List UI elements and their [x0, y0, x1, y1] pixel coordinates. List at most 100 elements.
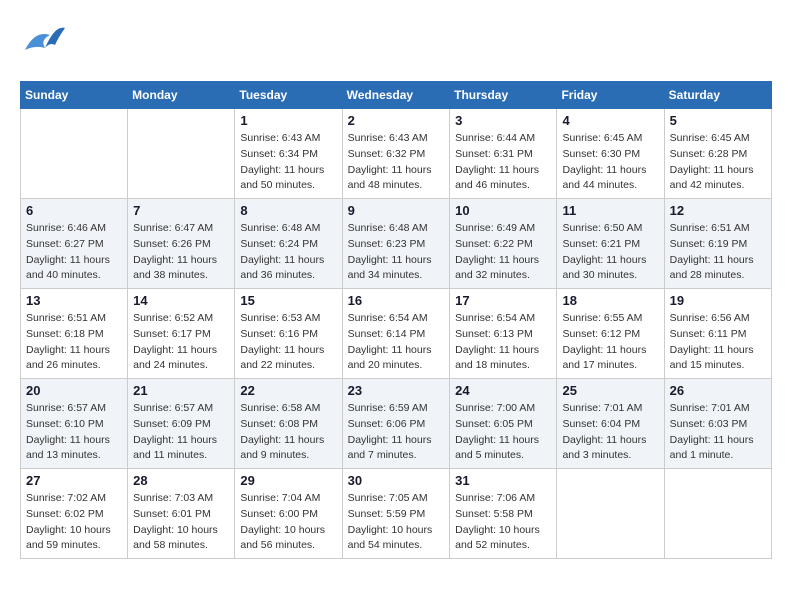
calendar-cell: 4 Sunrise: 6:45 AMSunset: 6:30 PMDaylight… [557, 109, 664, 199]
day-info: Sunrise: 7:02 AMSunset: 6:02 PMDaylight:… [26, 491, 122, 554]
day-info: Sunrise: 6:48 AMSunset: 6:24 PMDaylight:… [240, 221, 336, 284]
calendar-cell: 27Sunrise: 7:02 AMSunset: 6:02 PMDayligh… [21, 469, 128, 559]
weekday-header: Tuesday [235, 82, 342, 109]
calendar-cell: 1 Sunrise: 6:43 AMSunset: 6:34 PMDaylight… [235, 109, 342, 199]
calendar-cell: 18 Sunrise: 6:55 AMSunset: 6:12 PMDayligh… [557, 289, 664, 379]
day-info: Sunrise: 6:45 AMSunset: 6:30 PMDaylight:… [562, 131, 658, 194]
day-number: 10 [455, 203, 551, 218]
day-info: Sunrise: 6:46 AMSunset: 6:27 PMDaylight:… [26, 221, 122, 284]
day-number: 31 [455, 473, 551, 488]
calendar-week-row: 20 Sunrise: 6:57 AMSunset: 6:10 PMDayligh… [21, 379, 772, 469]
day-info: Sunrise: 7:01 AMSunset: 6:04 PMDaylight:… [562, 401, 658, 464]
day-number: 1 [240, 113, 336, 128]
day-number: 22 [240, 383, 336, 398]
day-info: Sunrise: 6:43 AMSunset: 6:32 PMDaylight:… [348, 131, 445, 194]
calendar-cell: 30 Sunrise: 7:05 AMSunset: 5:59 PMDayligh… [342, 469, 450, 559]
day-info: Sunrise: 6:44 AMSunset: 6:31 PMDaylight:… [455, 131, 551, 194]
day-number: 15 [240, 293, 336, 308]
day-number: 30 [348, 473, 445, 488]
calendar-cell: 20 Sunrise: 6:57 AMSunset: 6:10 PMDayligh… [21, 379, 128, 469]
calendar-cell [557, 469, 664, 559]
day-number: 17 [455, 293, 551, 308]
calendar-cell: 28Sunrise: 7:03 AMSunset: 6:01 PMDayligh… [128, 469, 235, 559]
day-info: Sunrise: 6:45 AMSunset: 6:28 PMDaylight:… [670, 131, 766, 194]
day-number: 8 [240, 203, 336, 218]
day-info: Sunrise: 6:49 AMSunset: 6:22 PMDaylight:… [455, 221, 551, 284]
day-info: Sunrise: 6:57 AMSunset: 6:09 PMDaylight:… [133, 401, 229, 464]
day-info: Sunrise: 6:51 AMSunset: 6:18 PMDaylight:… [26, 311, 122, 374]
day-info: Sunrise: 7:05 AMSunset: 5:59 PMDaylight:… [348, 491, 445, 554]
day-number: 12 [670, 203, 766, 218]
day-info: Sunrise: 6:43 AMSunset: 6:34 PMDaylight:… [240, 131, 336, 194]
day-info: Sunrise: 6:55 AMSunset: 6:12 PMDaylight:… [562, 311, 658, 374]
day-number: 11 [562, 203, 658, 218]
day-number: 7 [133, 203, 229, 218]
calendar-cell: 23Sunrise: 6:59 AMSunset: 6:06 PMDayligh… [342, 379, 450, 469]
day-info: Sunrise: 6:56 AMSunset: 6:11 PMDaylight:… [670, 311, 766, 374]
day-info: Sunrise: 7:00 AMSunset: 6:05 PMDaylight:… [455, 401, 551, 464]
day-number: 5 [670, 113, 766, 128]
calendar-cell: 5 Sunrise: 6:45 AMSunset: 6:28 PMDaylight… [664, 109, 771, 199]
day-number: 20 [26, 383, 122, 398]
day-number: 24 [455, 383, 551, 398]
calendar-cell: 17 Sunrise: 6:54 AMSunset: 6:13 PMDayligh… [450, 289, 557, 379]
day-number: 14 [133, 293, 229, 308]
calendar-cell: 6 Sunrise: 6:46 AMSunset: 6:27 PMDaylight… [21, 199, 128, 289]
weekday-header: Friday [557, 82, 664, 109]
calendar-cell: 25 Sunrise: 7:01 AMSunset: 6:04 PMDayligh… [557, 379, 664, 469]
calendar-cell [21, 109, 128, 199]
day-info: Sunrise: 7:04 AMSunset: 6:00 PMDaylight:… [240, 491, 336, 554]
calendar-cell: 22 Sunrise: 6:58 AMSunset: 6:08 PMDayligh… [235, 379, 342, 469]
calendar-cell: 19 Sunrise: 6:56 AMSunset: 6:11 PMDayligh… [664, 289, 771, 379]
day-info: Sunrise: 7:06 AMSunset: 5:58 PMDaylight:… [455, 491, 551, 554]
calendar-cell: 29 Sunrise: 7:04 AMSunset: 6:00 PMDayligh… [235, 469, 342, 559]
calendar-week-row: 6 Sunrise: 6:46 AMSunset: 6:27 PMDaylight… [21, 199, 772, 289]
calendar-cell: 10 Sunrise: 6:49 AMSunset: 6:22 PMDayligh… [450, 199, 557, 289]
calendar-cell: 24 Sunrise: 7:00 AMSunset: 6:05 PMDayligh… [450, 379, 557, 469]
day-info: Sunrise: 6:54 AMSunset: 6:14 PMDaylight:… [348, 311, 445, 374]
calendar-header-row: SundayMondayTuesdayWednesdayThursdayFrid… [21, 82, 772, 109]
calendar-cell [664, 469, 771, 559]
day-info: Sunrise: 6:53 AMSunset: 6:16 PMDaylight:… [240, 311, 336, 374]
calendar-week-row: 27Sunrise: 7:02 AMSunset: 6:02 PMDayligh… [21, 469, 772, 559]
calendar-cell: 11 Sunrise: 6:50 AMSunset: 6:21 PMDayligh… [557, 199, 664, 289]
day-info: Sunrise: 6:48 AMSunset: 6:23 PMDaylight:… [348, 221, 445, 284]
day-info: Sunrise: 6:50 AMSunset: 6:21 PMDaylight:… [562, 221, 658, 284]
day-number: 4 [562, 113, 658, 128]
calendar-table: SundayMondayTuesdayWednesdayThursdayFrid… [20, 81, 772, 559]
day-number: 13 [26, 293, 122, 308]
day-number: 21 [133, 383, 229, 398]
day-info: Sunrise: 6:54 AMSunset: 6:13 PMDaylight:… [455, 311, 551, 374]
day-number: 26 [670, 383, 766, 398]
weekday-header: Saturday [664, 82, 771, 109]
calendar-cell: 15 Sunrise: 6:53 AMSunset: 6:16 PMDayligh… [235, 289, 342, 379]
day-number: 19 [670, 293, 766, 308]
calendar-cell: 2 Sunrise: 6:43 AMSunset: 6:32 PMDaylight… [342, 109, 450, 199]
weekday-header: Wednesday [342, 82, 450, 109]
day-info: Sunrise: 6:58 AMSunset: 6:08 PMDaylight:… [240, 401, 336, 464]
day-number: 2 [348, 113, 445, 128]
day-info: Sunrise: 7:03 AMSunset: 6:01 PMDaylight:… [133, 491, 229, 554]
page-header [20, 20, 772, 65]
calendar-cell: 3Sunrise: 6:44 AMSunset: 6:31 PMDaylight… [450, 109, 557, 199]
day-info: Sunrise: 6:47 AMSunset: 6:26 PMDaylight:… [133, 221, 229, 284]
day-number: 18 [562, 293, 658, 308]
calendar-week-row: 13 Sunrise: 6:51 AMSunset: 6:18 PMDayligh… [21, 289, 772, 379]
calendar-cell: 8 Sunrise: 6:48 AMSunset: 6:24 PMDaylight… [235, 199, 342, 289]
calendar-week-row: 1 Sunrise: 6:43 AMSunset: 6:34 PMDaylight… [21, 109, 772, 199]
calendar-cell: 21 Sunrise: 6:57 AMSunset: 6:09 PMDayligh… [128, 379, 235, 469]
day-number: 6 [26, 203, 122, 218]
calendar-cell: 16Sunrise: 6:54 AMSunset: 6:14 PMDayligh… [342, 289, 450, 379]
day-number: 9 [348, 203, 445, 218]
day-number: 29 [240, 473, 336, 488]
calendar-cell: 9 Sunrise: 6:48 AMSunset: 6:23 PMDaylight… [342, 199, 450, 289]
calendar-cell: 26 Sunrise: 7:01 AMSunset: 6:03 PMDayligh… [664, 379, 771, 469]
calendar-cell: 14Sunrise: 6:52 AMSunset: 6:17 PMDayligh… [128, 289, 235, 379]
day-info: Sunrise: 6:57 AMSunset: 6:10 PMDaylight:… [26, 401, 122, 464]
weekday-header: Thursday [450, 82, 557, 109]
day-info: Sunrise: 6:59 AMSunset: 6:06 PMDaylight:… [348, 401, 445, 464]
day-number: 25 [562, 383, 658, 398]
day-info: Sunrise: 7:01 AMSunset: 6:03 PMDaylight:… [670, 401, 766, 464]
calendar-cell: 12Sunrise: 6:51 AMSunset: 6:19 PMDayligh… [664, 199, 771, 289]
calendar-cell: 31 Sunrise: 7:06 AMSunset: 5:58 PMDayligh… [450, 469, 557, 559]
